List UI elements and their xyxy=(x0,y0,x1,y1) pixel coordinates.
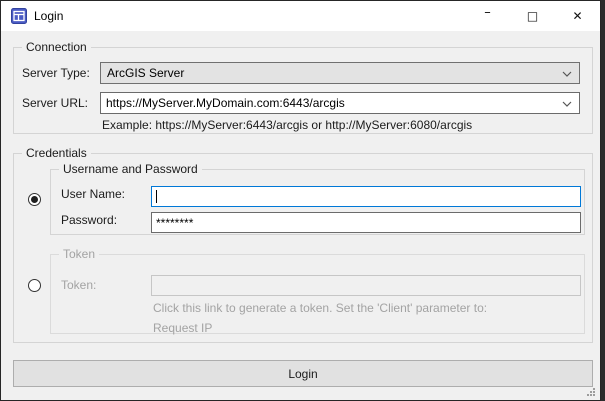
server-url-example-text: Example: https://MyServer:6443/arcgis or… xyxy=(102,118,472,132)
server-type-select[interactable]: ArcGIS Server xyxy=(100,62,580,84)
resize-grip-icon[interactable] xyxy=(586,387,595,396)
token-field-wrapper xyxy=(151,275,581,296)
username-password-radio[interactable] xyxy=(28,193,41,206)
login-button[interactable]: Login xyxy=(13,360,593,387)
chevron-down-icon xyxy=(562,71,572,77)
token-help-text: Click this link to generate a token. Set… xyxy=(153,301,487,315)
username-password-legend: Username and Password xyxy=(59,162,202,177)
user-name-field-wrapper xyxy=(151,186,581,207)
username-password-groupbox: Username and Password User Name: Passwor… xyxy=(50,169,585,235)
server-type-label: Server Type: xyxy=(22,66,90,80)
minimize-icon[interactable]: – xyxy=(465,1,510,30)
text-caret xyxy=(156,190,157,203)
password-input[interactable] xyxy=(152,213,580,232)
user-name-input[interactable] xyxy=(152,187,580,206)
chevron-down-icon[interactable] xyxy=(562,101,572,107)
token-label: Token: xyxy=(61,278,96,292)
credentials-legend: Credentials xyxy=(22,146,91,161)
token-client-param-link: Request IP xyxy=(153,321,212,335)
login-dialog: Login – □ ✕ Connection Server Type: ArcG… xyxy=(0,0,601,401)
window-title: Login xyxy=(34,1,63,31)
maximize-icon[interactable]: □ xyxy=(510,1,555,30)
server-type-value: ArcGIS Server xyxy=(107,66,184,80)
titlebar[interactable]: Login – □ ✕ xyxy=(1,1,600,31)
token-groupbox: Token Token: Click this link to generate… xyxy=(50,254,585,334)
app-icon xyxy=(11,8,27,24)
server-url-combobox[interactable] xyxy=(100,92,580,114)
token-radio[interactable] xyxy=(28,279,41,292)
caption-buttons: – □ ✕ xyxy=(465,1,600,31)
token-input xyxy=(152,276,580,295)
user-name-label: User Name: xyxy=(61,187,125,201)
password-label: Password: xyxy=(61,213,117,227)
password-field-wrapper xyxy=(151,212,581,233)
token-legend: Token xyxy=(59,247,99,262)
connection-groupbox: Connection Server Type: ArcGIS Server Se… xyxy=(13,47,593,134)
credentials-groupbox: Credentials Username and Password User N… xyxy=(13,153,593,343)
server-url-input[interactable] xyxy=(101,93,559,113)
connection-legend: Connection xyxy=(22,40,91,55)
server-url-label: Server URL: xyxy=(22,96,88,110)
close-icon[interactable]: ✕ xyxy=(555,1,600,30)
